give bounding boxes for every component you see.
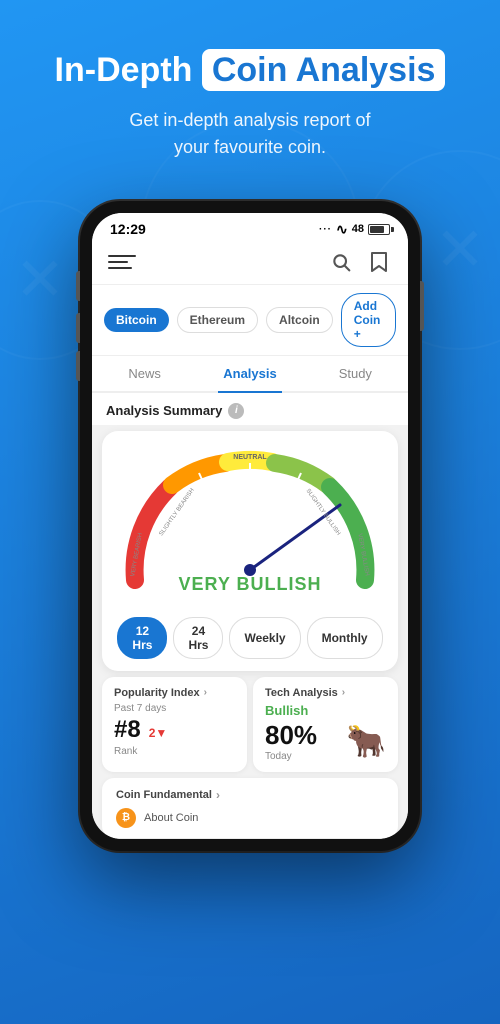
nav-right-icons [328,249,392,275]
content-tabs: News Analysis Study [92,356,408,393]
phone-screen: 12:29 ··· ∿ 48 [92,213,408,839]
phone-mockup-wrapper: 12:29 ··· ∿ 48 [0,201,500,851]
bullish-sentiment: Bullish [265,703,386,718]
rank-label: Rank [114,746,235,757]
bullish-percentage: 80% [265,720,317,751]
tab-analysis[interactable]: Analysis [197,356,302,391]
status-time: 12:29 [110,221,146,237]
gauge-value-label: VERY BULLISH [178,574,321,595]
fundamental-arrow-icon: › [216,788,220,802]
coin-tab-bitcoin[interactable]: Bitcoin [104,308,169,332]
time-btn-12hrs[interactable]: 12 Hrs [117,617,167,659]
wifi-icon: ∿ [336,221,348,238]
bitcoin-coin-icon: ₿ [116,808,136,828]
status-icons: ··· ∿ 48 [319,221,390,238]
bottom-cards: Popularity Index › Past 7 days #8 2▼ Ran… [102,677,398,772]
info-icon[interactable]: i [228,403,244,419]
header-section: In-Depth Coin Analysis Get in-depth anal… [0,0,500,181]
search-icon[interactable] [328,249,354,275]
popularity-card-title: Popularity Index › [114,687,235,699]
time-btn-monthly[interactable]: Monthly [307,617,383,659]
bull-icon: 🐂 [346,722,386,760]
time-filters: 12 Hrs 24 Hrs Weekly Monthly [118,617,382,659]
popularity-card: Popularity Index › Past 7 days #8 2▼ Ran… [102,677,247,772]
signal-dots-icon: ··· [319,224,332,235]
analysis-summary-label: Analysis Summary [106,403,222,418]
fundamental-row: ₿ About Coin [116,808,384,828]
nav-bar [92,242,408,285]
status-bar: 12:29 ··· ∿ 48 [92,213,408,242]
time-btn-weekly[interactable]: Weekly [229,617,300,659]
bullish-date: Today [265,751,317,762]
rank-value: #8 [114,716,141,744]
battery-icon [368,224,390,235]
gauge-svg: NEUTRAL SLIGHTLY BEARISH SLIGHTLY BULLIS… [110,445,390,595]
hamburger-menu-icon[interactable] [108,248,136,276]
coin-tab-ethereum[interactable]: Ethereum [177,307,258,333]
tab-news[interactable]: News [92,356,197,391]
coin-tab-altcoin[interactable]: Altcoin [266,307,333,333]
tech-analysis-title: Tech Analysis › [265,687,386,699]
coin-tabs: Bitcoin Ethereum Altcoin Add Coin + [92,285,408,356]
phone-device: 12:29 ··· ∿ 48 [80,201,420,851]
tech-analysis-card: Tech Analysis › Bullish 80% Today 🐂 [253,677,398,772]
popularity-arrow-icon: › [204,687,207,698]
analysis-summary-header: Analysis Summary i [92,393,408,425]
header-title-highlight: Coin Analysis [202,49,446,91]
coin-tab-add[interactable]: Add Coin + [341,293,396,347]
time-btn-24hrs[interactable]: 24 Hrs [173,617,223,659]
fundamental-card: Coin Fundamental › ₿ About Coin [102,778,398,838]
fundamental-title: Coin Fundamental › [116,788,384,802]
gauge-container: NEUTRAL SLIGHTLY BEARISH SLIGHTLY BULLIS… [118,445,382,605]
header-title: In-Depth Coin Analysis [30,50,470,91]
rank-change: 2▼ [149,726,168,740]
popularity-sub: Past 7 days [114,703,235,714]
header-title-normal: In-Depth [55,51,193,89]
main-content: Analysis Summary i [92,393,408,839]
tab-study[interactable]: Study [303,356,408,391]
bookmark-icon[interactable] [366,249,392,275]
gauge-card: NEUTRAL SLIGHTLY BEARISH SLIGHTLY BULLIS… [102,431,398,671]
header-subtitle: Get in-depth analysis report ofyour favo… [30,107,470,161]
tech-analysis-arrow-icon: › [342,687,345,698]
fundamental-sub: About Coin [144,812,198,824]
svg-text:NEUTRAL: NEUTRAL [233,454,267,461]
battery-text: 48 [352,223,364,235]
